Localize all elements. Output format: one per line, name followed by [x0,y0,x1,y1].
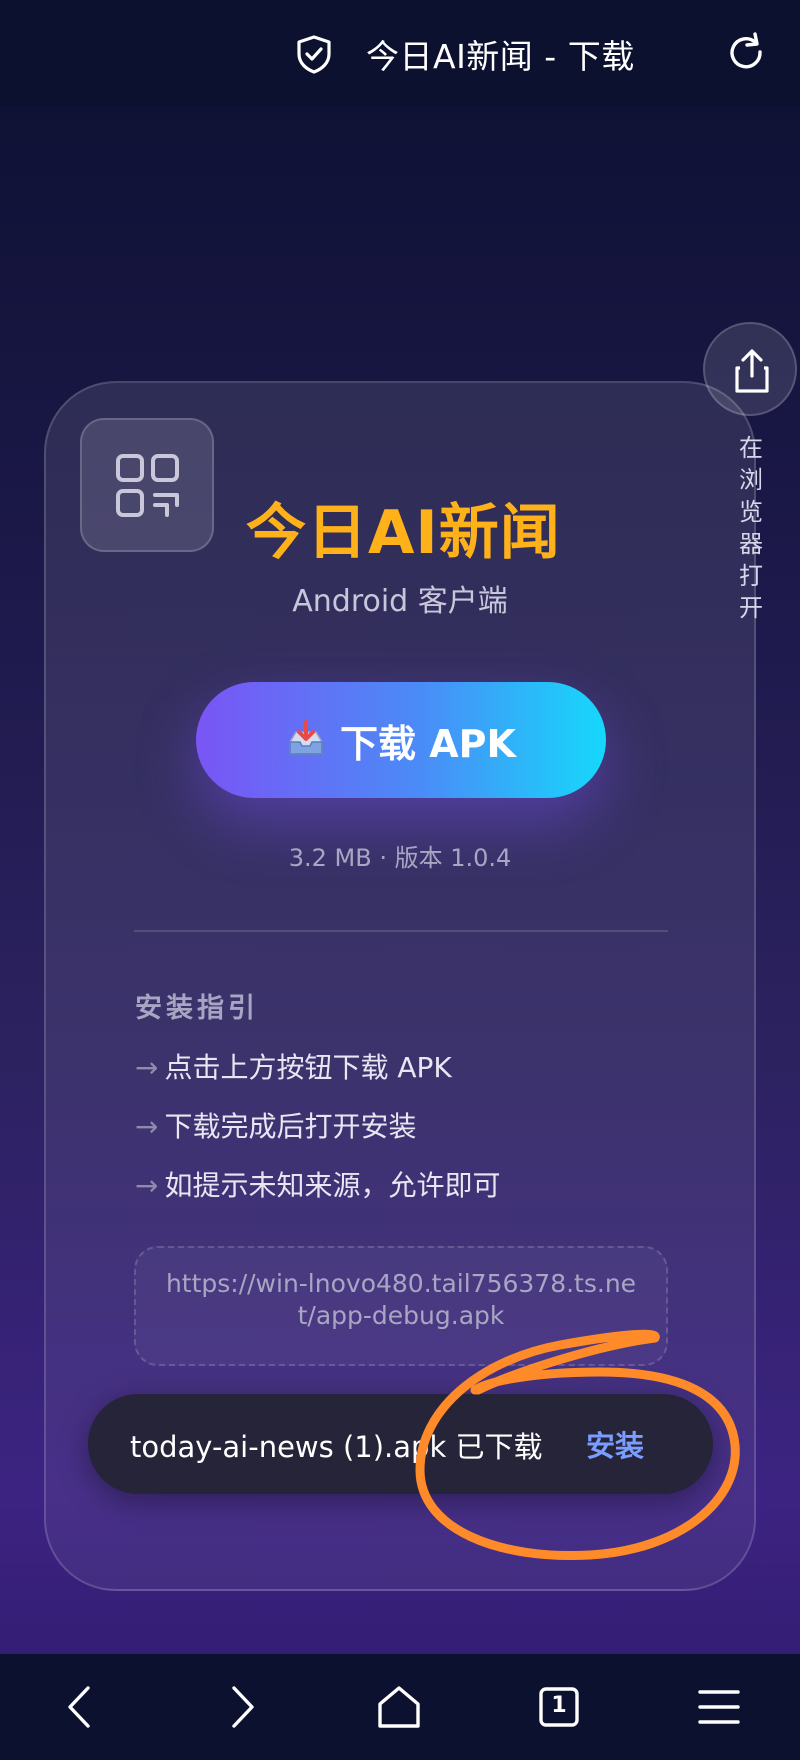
annotation-circle [415,1329,740,1561]
tabs-button[interactable]: 1 [534,1682,584,1732]
home-icon[interactable] [374,1682,424,1732]
back-icon[interactable] [56,1682,106,1732]
forward-icon[interactable] [216,1682,266,1732]
menu-icon[interactable] [694,1682,744,1732]
tab-count: 1 [551,1693,567,1718]
